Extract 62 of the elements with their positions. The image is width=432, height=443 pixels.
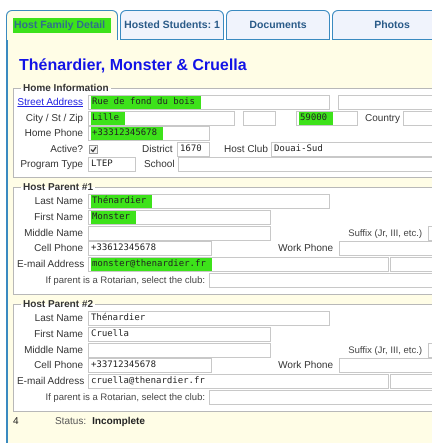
record-number: 4 <box>13 416 20 427</box>
field-label: Cell Phone <box>33 243 83 254</box>
input-field[interactable]: Rue de fond du bois <box>88 95 330 110</box>
tab[interactable]: Photos <box>332 10 432 40</box>
input-field[interactable] <box>209 390 432 405</box>
field-label: Suffix (Jr, III, etc.) <box>347 228 422 239</box>
field-label: Last Name <box>34 312 83 324</box>
input-field[interactable] <box>88 342 271 358</box>
field-label: Country <box>365 112 400 124</box>
field-label: Middle Name <box>23 344 83 356</box>
field-label: Program Type <box>19 159 83 170</box>
input-field[interactable]: Monster <box>88 210 271 225</box>
input-field[interactable]: monster@thenardier.fr <box>88 257 389 272</box>
input-field[interactable] <box>390 374 432 390</box>
field-label: Active? <box>49 144 83 154</box>
field-label: Work Phone <box>277 243 333 254</box>
active-checkbox[interactable] <box>89 144 98 154</box>
field-label: First Name <box>33 212 83 223</box>
input-field[interactable]: 1670 <box>177 142 210 156</box>
field-label: Host Club <box>224 144 266 154</box>
status-value: Incomplete <box>92 416 145 427</box>
tab[interactable]: Hosted Students: 1 <box>120 10 224 40</box>
section-legend: Host Parent #2 <box>21 298 96 310</box>
input-field[interactable]: Cruella <box>88 326 271 342</box>
input-field[interactable] <box>338 95 432 110</box>
input-field[interactable]: cruella@thenardier.fr <box>88 374 389 390</box>
input-field[interactable] <box>390 257 432 272</box>
field-label: Work Phone <box>277 360 333 372</box>
input-field[interactable]: +33312345678 <box>88 126 210 141</box>
input-field[interactable]: 59000 <box>296 110 358 126</box>
field-label: E-mail Address <box>17 376 83 388</box>
input-field[interactable]: Thénardier <box>88 194 330 209</box>
field-label: Last Name <box>34 196 83 207</box>
input-field[interactable]: Thénardier <box>88 310 330 326</box>
input-field[interactable] <box>339 241 432 256</box>
input-field[interactable]: Lille <box>88 110 235 126</box>
section-legend: Host Parent #1 <box>21 182 96 193</box>
field-label: Home Phone <box>24 128 83 139</box>
input-field[interactable] <box>243 110 276 126</box>
input-field[interactable]: +33712345678 <box>88 358 212 374</box>
input-field[interactable] <box>178 157 432 172</box>
input-field[interactable] <box>88 226 271 241</box>
field-label: E-mail Address <box>17 259 83 270</box>
field-label: City / St / Zip <box>24 112 83 124</box>
page-title: Thénardier, Monster & Cruella <box>19 57 247 75</box>
field-label: If parent is a Rotarian, select the club: <box>44 392 205 403</box>
field-label: District <box>142 144 172 154</box>
input-field[interactable]: +33612345678 <box>88 241 212 256</box>
field-label: School <box>144 159 173 170</box>
field-label: First Name <box>33 328 83 340</box>
street-address-link[interactable]: Street Address <box>17 97 83 108</box>
tab[interactable]: Documents <box>226 10 330 40</box>
field-label: Cell Phone <box>33 360 83 372</box>
input-field[interactable] <box>209 272 432 288</box>
field-label: If parent is a Rotarian, select the club: <box>44 274 205 286</box>
input-field[interactable] <box>339 358 432 374</box>
field-label: Middle Name <box>23 228 83 239</box>
status-label: Status: <box>55 416 86 427</box>
section-legend: Home Information <box>21 83 111 94</box>
input-field[interactable]: Douai-Sud <box>271 142 432 156</box>
input-field[interactable]: LTEP <box>88 157 136 172</box>
field-label: Suffix (Jr, III, etc.) <box>347 344 422 356</box>
